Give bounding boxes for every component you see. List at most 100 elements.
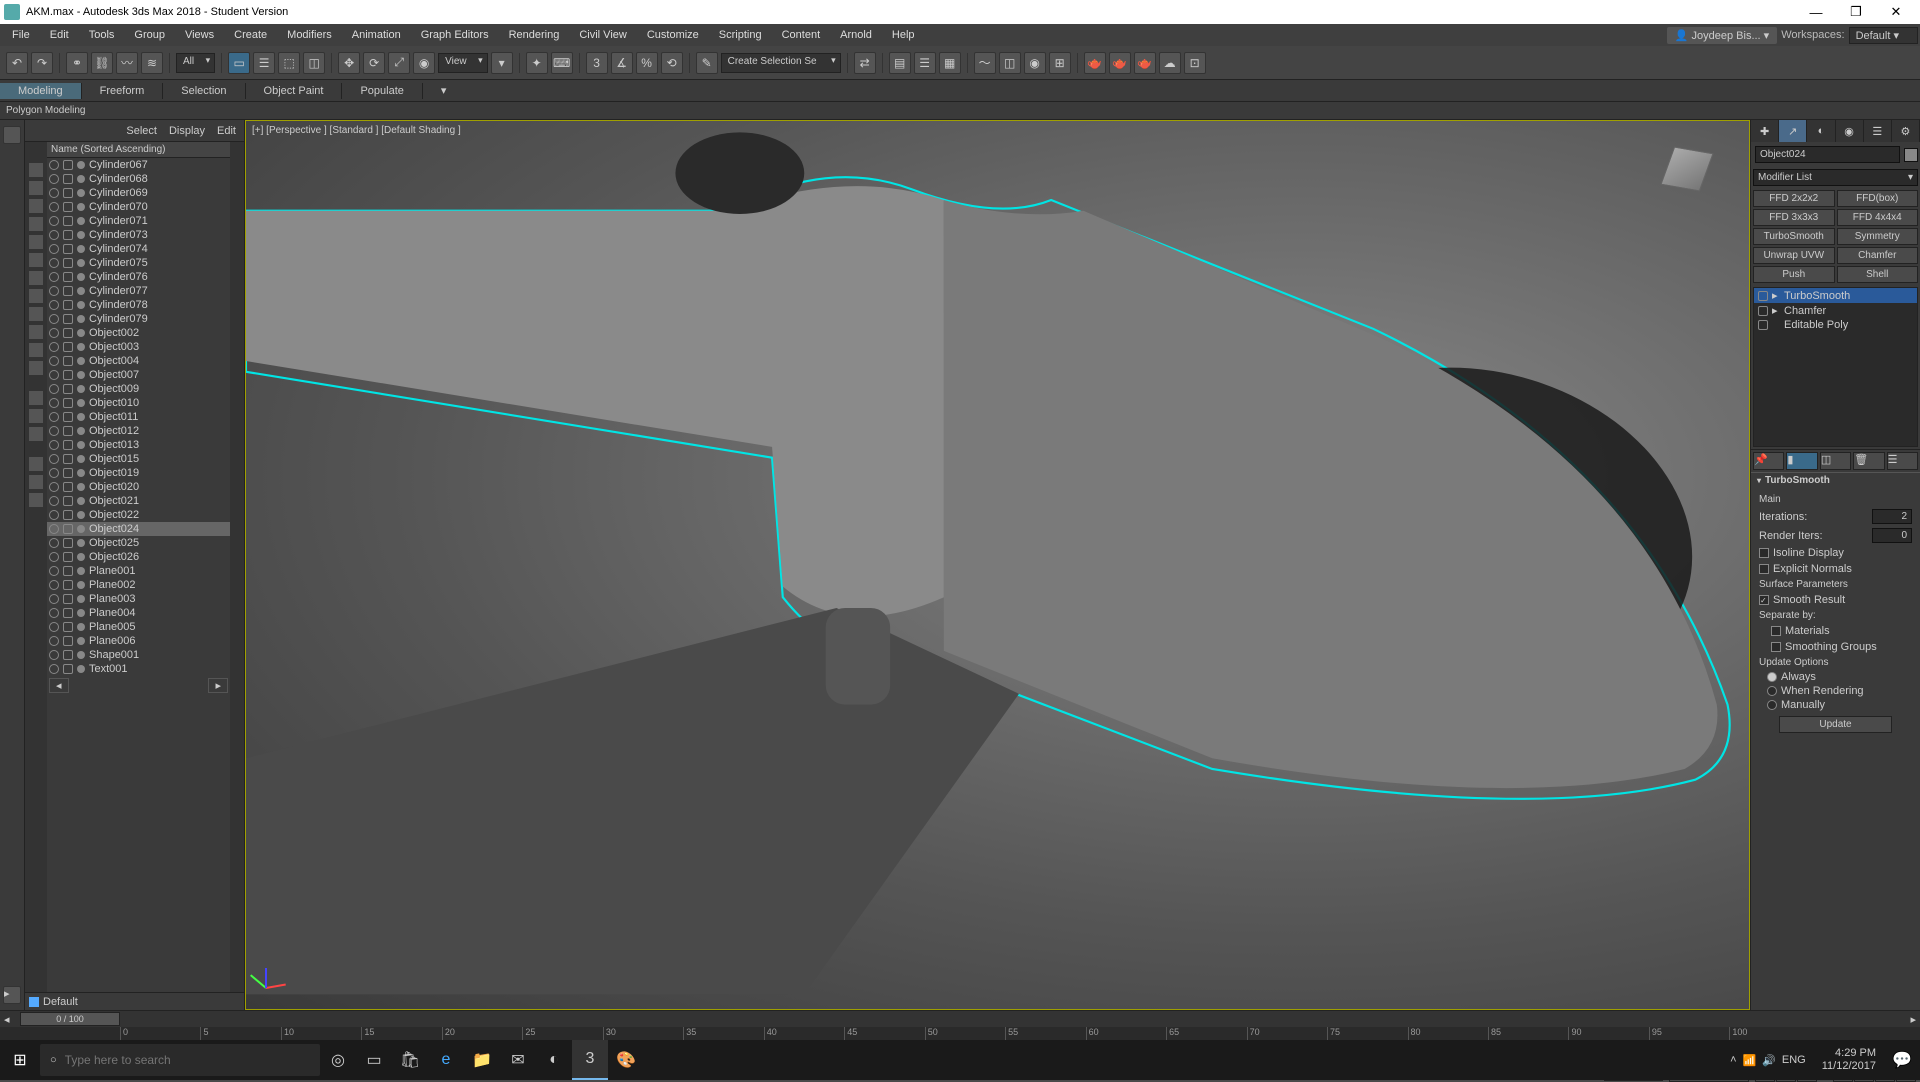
filter-bone-icon[interactable]	[28, 306, 44, 322]
taskbar-clock[interactable]: 4:29 PM 11/12/2017	[1814, 1047, 1884, 1073]
iterations-spinner[interactable]: 2	[1872, 509, 1912, 524]
render-iters-spinner[interactable]: 0	[1872, 528, 1912, 543]
freeze-toggle[interactable]	[63, 524, 73, 534]
named-selection-set[interactable]: Create Selection Se	[721, 53, 841, 73]
freeze-toggle[interactable]	[63, 216, 73, 226]
visibility-toggle[interactable]	[49, 188, 59, 198]
scene-item[interactable]: Cylinder071	[47, 214, 230, 228]
bind-button[interactable]: 〰	[116, 52, 138, 74]
visibility-toggle[interactable]	[49, 398, 59, 408]
sort-icon[interactable]	[28, 456, 44, 472]
update-button[interactable]: Update	[1779, 716, 1892, 733]
render-prod-button[interactable]: 🫖	[1109, 52, 1131, 74]
modifier-btn-ffdbox[interactable]: FFD(box)	[1837, 190, 1919, 207]
ribbon-tab-modeling[interactable]: Modeling	[0, 83, 82, 99]
scene-list-header[interactable]: Name (Sorted Ascending)	[47, 142, 230, 158]
freeze-toggle[interactable]	[63, 468, 73, 478]
scene-item[interactable]: Object009	[47, 382, 230, 396]
menu-group[interactable]: Group	[124, 27, 175, 43]
minimize-button[interactable]: —	[1796, 2, 1836, 22]
unlink-button[interactable]: ⛓	[91, 52, 113, 74]
align-button[interactable]: ▤	[889, 52, 911, 74]
mail-icon[interactable]: ✉	[500, 1040, 536, 1080]
freeze-toggle[interactable]	[63, 440, 73, 450]
modifier-btn-shell[interactable]: Shell	[1837, 266, 1919, 283]
scene-item[interactable]: Object010	[47, 396, 230, 410]
visibility-toggle[interactable]	[49, 468, 59, 478]
menu-modifiers[interactable]: Modifiers	[277, 27, 342, 43]
store-icon[interactable]: 🛍	[392, 1040, 428, 1080]
menu-edit[interactable]: Edit	[40, 27, 79, 43]
filter-hidden-icon[interactable]	[28, 360, 44, 376]
scene-item[interactable]: Object025	[47, 536, 230, 550]
modifier-btn-ffd2x2x2[interactable]: FFD 2x2x2	[1753, 190, 1835, 207]
network-icon[interactable]: 📶	[1743, 1054, 1757, 1067]
scene-layer-footer[interactable]: Default	[25, 992, 244, 1010]
freeze-toggle[interactable]	[63, 370, 73, 380]
keyboard-shortcut-button[interactable]: ⌨	[551, 52, 573, 74]
notifications-icon[interactable]: 💬	[1884, 1040, 1920, 1080]
modifier-btn-symmetry[interactable]: Symmetry	[1837, 228, 1919, 245]
freeze-toggle[interactable]	[63, 342, 73, 352]
left-tool-1[interactable]	[3, 126, 21, 144]
visibility-toggle[interactable]	[49, 608, 59, 618]
move-button[interactable]: ✥	[338, 52, 360, 74]
freeze-toggle[interactable]	[63, 482, 73, 492]
display-all-icon[interactable]	[28, 408, 44, 424]
visibility-toggle[interactable]	[49, 426, 59, 436]
use-pivot-button[interactable]: ▾	[491, 52, 513, 74]
scene-scrollbar[interactable]	[230, 142, 244, 992]
sep-materials-checkbox[interactable]	[1771, 626, 1781, 636]
workspace-selector[interactable]: Default ▾	[1849, 27, 1918, 44]
modifier-btn-push[interactable]: Push	[1753, 266, 1835, 283]
visibility-toggle[interactable]	[49, 482, 59, 492]
stack-visibility[interactable]	[1758, 306, 1768, 316]
freeze-toggle[interactable]	[63, 664, 73, 674]
close-button[interactable]: ✕	[1876, 2, 1916, 22]
filter-cameras-icon[interactable]	[28, 216, 44, 232]
schematic-view-button[interactable]: ◫	[999, 52, 1021, 74]
freeze-toggle[interactable]	[63, 314, 73, 324]
scene-tab-edit[interactable]: Edit	[217, 125, 236, 137]
freeze-toggle[interactable]	[63, 566, 73, 576]
visibility-toggle[interactable]	[49, 272, 59, 282]
scene-item[interactable]: Object015	[47, 452, 230, 466]
ref-coord-system[interactable]: View	[438, 53, 488, 73]
open-a360-button[interactable]: ⊡	[1184, 52, 1206, 74]
filter-xrefs-icon[interactable]	[28, 288, 44, 304]
show-end-result-button[interactable]: ▮	[1786, 452, 1817, 470]
time-slider[interactable]: ◂ 0 / 100 ▸	[0, 1011, 1920, 1027]
scene-item[interactable]: Cylinder068	[47, 172, 230, 186]
visibility-toggle[interactable]	[49, 552, 59, 562]
scene-item[interactable]: Cylinder073	[47, 228, 230, 242]
modifier-btn-chamfer[interactable]: Chamfer	[1837, 247, 1919, 264]
visibility-toggle[interactable]	[49, 496, 59, 506]
freeze-toggle[interactable]	[63, 426, 73, 436]
modifier-stack[interactable]: ▸TurboSmooth▸ChamferEditable Poly	[1753, 287, 1918, 447]
viewcube[interactable]	[1659, 141, 1719, 201]
language-icon[interactable]: ENG	[1782, 1054, 1806, 1066]
motion-tab[interactable]: ◉	[1836, 120, 1864, 142]
scene-item[interactable]: Cylinder069	[47, 186, 230, 200]
scene-item[interactable]: Object022	[47, 508, 230, 522]
filter-frozen-icon[interactable]	[28, 342, 44, 358]
freeze-toggle[interactable]	[63, 538, 73, 548]
scene-tab-display[interactable]: Display	[169, 125, 205, 137]
menu-help[interactable]: Help	[882, 27, 925, 43]
scene-item[interactable]: Cylinder075	[47, 256, 230, 270]
window-crossing-button[interactable]: ◫	[303, 52, 325, 74]
freeze-toggle[interactable]	[63, 188, 73, 198]
menu-tools[interactable]: Tools	[79, 27, 125, 43]
percent-snap-button[interactable]: %	[636, 52, 658, 74]
freeze-toggle[interactable]	[63, 580, 73, 590]
sep-smoothing-checkbox[interactable]	[1771, 642, 1781, 652]
stack-item[interactable]: ▸TurboSmooth	[1754, 288, 1917, 303]
scroll-right[interactable]: ▸	[208, 678, 228, 693]
spinner-snap-button[interactable]: ⟲	[661, 52, 683, 74]
visibility-toggle[interactable]	[49, 258, 59, 268]
ribbon-dropdown[interactable]: ▾	[433, 82, 455, 99]
make-unique-button[interactable]: ◫	[1820, 452, 1851, 470]
scene-item[interactable]: Plane006	[47, 634, 230, 648]
modify-tab[interactable]: ↗	[1779, 120, 1807, 142]
menu-arnold[interactable]: Arnold	[830, 27, 882, 43]
